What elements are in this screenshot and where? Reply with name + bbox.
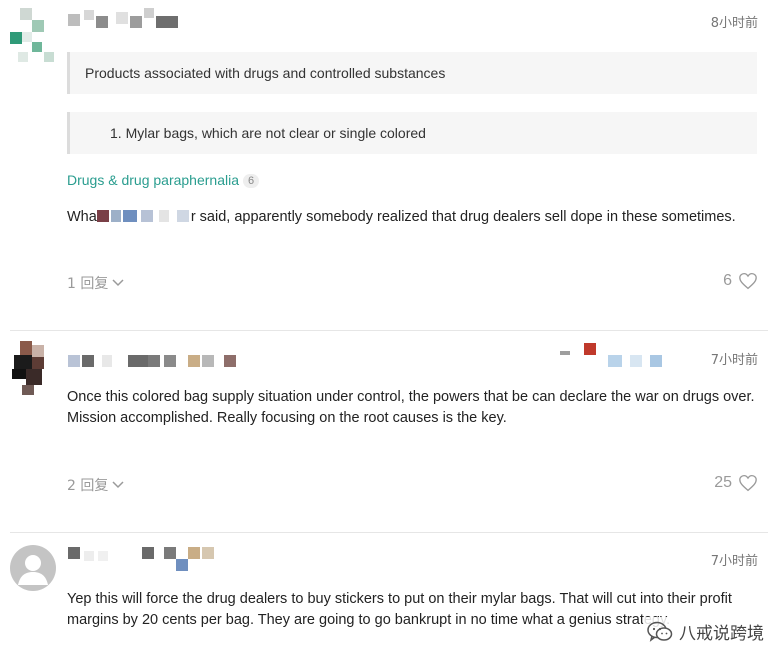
wechat-icon <box>647 621 673 642</box>
replies-toggle[interactable]: 2 回复 <box>67 475 124 495</box>
like-button[interactable]: 6 <box>723 272 758 290</box>
username-redacted[interactable] <box>68 545 218 571</box>
comment-3: 7小时前 Yep this will force the drug dealer… <box>0 533 782 670</box>
like-count: 6 <box>723 272 732 289</box>
chevron-down-icon <box>112 279 124 287</box>
comment-time: 8小时前 <box>710 16 758 31</box>
comment-text: Once this colored bag supply situation u… <box>67 389 755 426</box>
quote-list-item: 1. Mylar bags, which are not clear or si… <box>110 125 426 141</box>
topic-tag-label: Drugs & drug paraphernalia <box>67 172 239 188</box>
quote-block: Products associated with drugs and contr… <box>67 52 757 94</box>
watermark-label: 八戒说跨境 <box>679 624 764 644</box>
comment-1: 8小时前 Products associated with drugs and … <box>0 0 782 330</box>
replies-label: 1 回复 <box>67 276 109 292</box>
comment-text: Wha r said, apparently somebody realized… <box>67 209 736 225</box>
quote-text: Products associated with drugs and contr… <box>85 65 446 81</box>
default-avatar-icon[interactable] <box>10 545 56 591</box>
like-button[interactable]: 25 <box>714 474 758 492</box>
mention-redacted[interactable] <box>96 209 191 223</box>
comment-time: 7小时前 <box>710 554 758 569</box>
username-redacted[interactable] <box>68 353 248 369</box>
heart-icon <box>739 474 757 492</box>
watermark: 八戒说跨境 <box>643 617 768 646</box>
username-redacted[interactable] <box>68 8 180 30</box>
topic-tag-count: 6 <box>243 174 260 188</box>
topic-tag[interactable]: Drugs & drug paraphernalia 6 <box>67 172 260 188</box>
quote-block: 1. Mylar bags, which are not clear or si… <box>67 112 757 154</box>
avatar[interactable] <box>10 341 56 397</box>
comment-time: 7小时前 <box>710 353 758 368</box>
replies-label: 2 回复 <box>67 478 109 494</box>
like-count: 25 <box>714 474 732 491</box>
chevron-down-icon <box>112 481 124 489</box>
avatar[interactable] <box>10 8 56 64</box>
heart-icon <box>739 272 757 290</box>
comment-2: 7小时前 Once this colored bag supply situat… <box>0 331 782 531</box>
user-badge-redacted <box>560 341 678 367</box>
replies-toggle[interactable]: 1 回复 <box>67 273 124 293</box>
